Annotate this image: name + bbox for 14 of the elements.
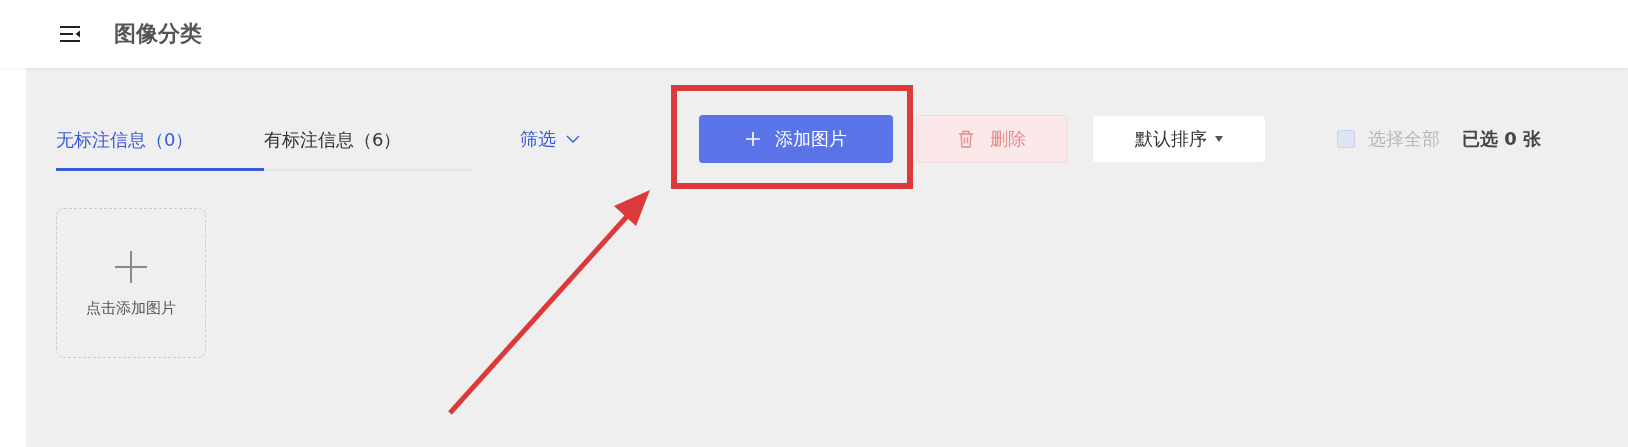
sort-dropdown[interactable]: 默认排序 <box>1093 116 1265 162</box>
selected-count: 已选 0 张 <box>1462 127 1542 151</box>
menu-collapse-icon[interactable] <box>59 25 81 43</box>
page-title: 图像分类 <box>114 20 202 48</box>
plus-icon <box>113 248 149 285</box>
caret-icon <box>1215 136 1223 142</box>
add-image-button[interactable]: 添加图片 <box>699 115 893 163</box>
tab[interactable]: 无标注信息（0） <box>56 117 264 171</box>
trash-icon <box>958 130 974 148</box>
chevron-down-icon <box>566 135 580 143</box>
plus-icon <box>745 131 761 147</box>
upload-card[interactable]: 点击添加图片 <box>56 208 206 358</box>
tab[interactable]: 有标注信息（6） <box>264 117 472 171</box>
filter-dropdown[interactable]: 筛选 <box>520 127 580 151</box>
